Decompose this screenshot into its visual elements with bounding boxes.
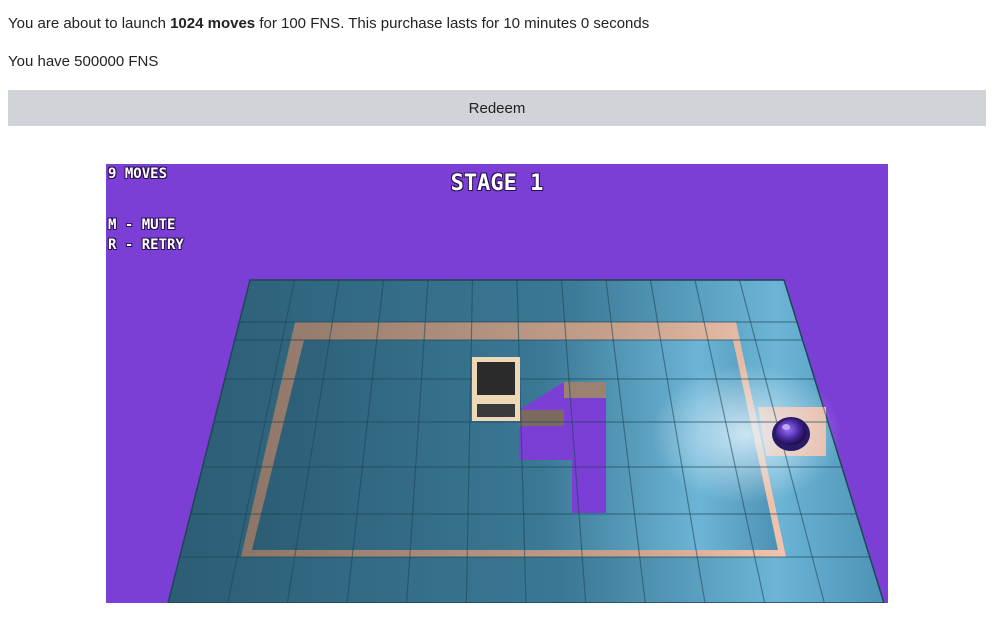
board (167, 279, 885, 603)
push-block (472, 357, 520, 421)
game-canvas[interactable]: 9 MOVES STAGE 1 M - MUTE R - RETRY (106, 164, 888, 603)
hole-wall-2 (519, 410, 564, 426)
purchase-suffix: for 100 FNS. This purchase lasts for 10 … (255, 15, 650, 32)
controls-help: M - MUTE R - RETRY (108, 215, 184, 255)
stage-title: STAGE 1 (450, 171, 544, 196)
player-ball (772, 417, 810, 451)
control-mute: M - MUTE (108, 217, 176, 233)
purchase-info: You are about to launch 1024 moves for 1… (8, 15, 649, 33)
control-retry: R - RETRY (108, 237, 184, 253)
game-scene (106, 164, 888, 603)
redeem-button[interactable]: Redeem (8, 90, 986, 126)
purchase-prefix: You are about to launch (8, 15, 171, 32)
purchase-moves: 1024 moves (170, 15, 256, 32)
balance-text: You have 500000 FNS (8, 53, 159, 70)
light-glow (651, 364, 841, 504)
